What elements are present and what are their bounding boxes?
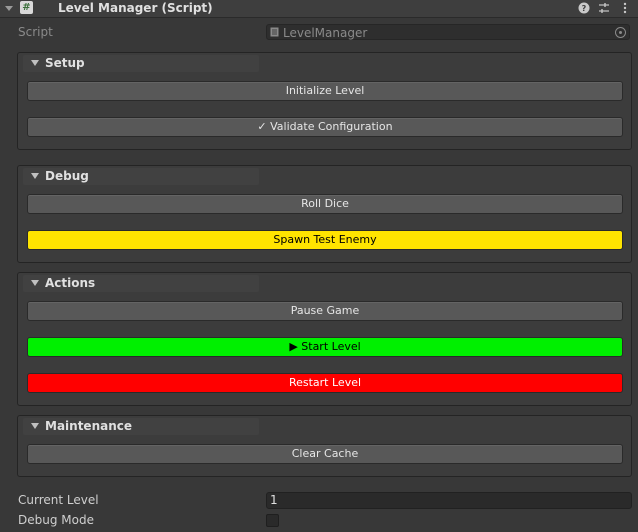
start-level-button[interactable]: ▶ Start Level: [27, 337, 623, 357]
roll-dice-button[interactable]: Roll Dice: [27, 194, 623, 214]
validate-configuration-button[interactable]: ✓ Validate Configuration: [27, 117, 623, 137]
group-label: Debug: [45, 169, 89, 183]
group-maintenance: Maintenance Clear Cache: [17, 415, 632, 477]
restart-level-button[interactable]: Restart Level: [27, 373, 623, 393]
component-header[interactable]: # Level Manager (Script) ?: [0, 0, 638, 18]
group-debug: Debug Roll Dice Spawn Test Enemy: [17, 165, 632, 263]
group-header-setup[interactable]: Setup: [23, 55, 259, 72]
group-header-actions[interactable]: Actions: [23, 275, 259, 292]
chevron-down-icon[interactable]: [4, 3, 14, 13]
inspector-panel: # Level Manager (Script) ? Script LevelM…: [0, 0, 638, 532]
script-value: LevelManager: [283, 26, 368, 40]
chevron-down-icon: [31, 173, 39, 179]
kebab-menu-icon[interactable]: [618, 1, 632, 15]
initialize-level-button[interactable]: Initialize Level: [27, 81, 623, 101]
component-title: Level Manager (Script): [58, 1, 213, 15]
group-header-debug[interactable]: Debug: [23, 168, 259, 185]
spawn-test-enemy-button[interactable]: Spawn Test Enemy: [27, 230, 623, 250]
sliders-icon[interactable]: [597, 1, 611, 15]
debug-mode-label: Debug Mode: [18, 513, 94, 527]
help-icon[interactable]: ?: [577, 1, 591, 15]
chevron-down-icon: [31, 423, 39, 429]
group-actions: Actions Pause Game ▶ Start Level Restart…: [17, 272, 632, 406]
chevron-down-icon: [31, 280, 39, 286]
group-label: Maintenance: [45, 419, 133, 433]
script-label: Script: [18, 25, 53, 39]
current-level-label: Current Level: [18, 493, 99, 507]
group-header-maintenance[interactable]: Maintenance: [23, 418, 259, 435]
script-component-icon: #: [20, 1, 33, 14]
current-level-field[interactable]: 1: [266, 492, 632, 509]
group-label: Setup: [45, 56, 85, 70]
script-field[interactable]: LevelManager: [266, 24, 630, 40]
script-file-icon: [270, 27, 279, 37]
group-label: Actions: [45, 276, 96, 290]
svg-text:?: ?: [582, 4, 587, 13]
object-picker-icon[interactable]: [615, 27, 626, 38]
chevron-down-icon: [31, 60, 39, 66]
script-row: Script LevelManager: [0, 22, 638, 42]
debug-mode-checkbox[interactable]: [266, 514, 279, 527]
clear-cache-button[interactable]: Clear Cache: [27, 444, 623, 464]
group-setup: Setup Initialize Level ✓ Validate Config…: [17, 52, 632, 150]
pause-game-button[interactable]: Pause Game: [27, 301, 623, 321]
